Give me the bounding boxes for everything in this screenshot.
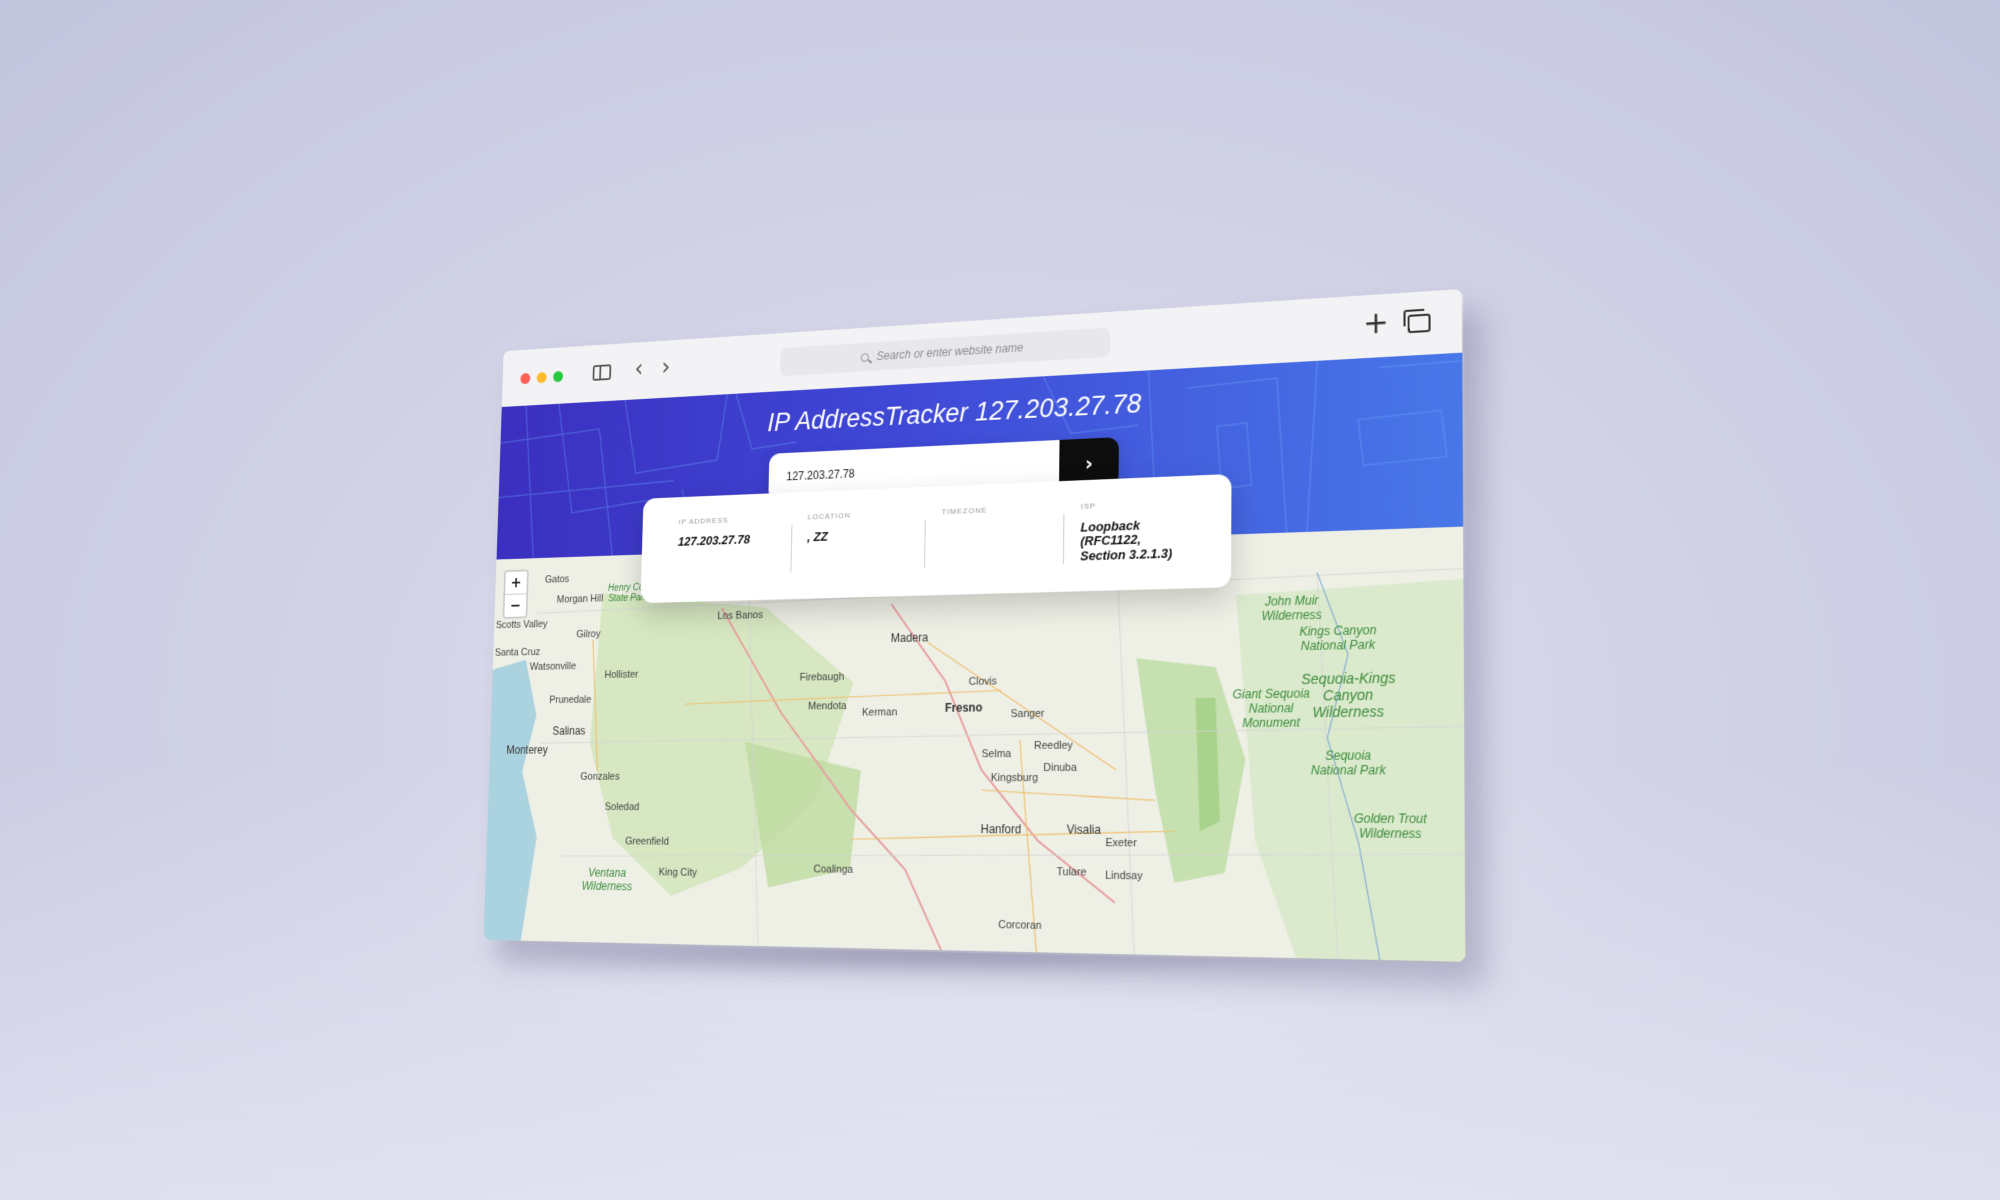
map-label: Sequoia National Park <box>1307 748 1390 778</box>
map-label: Tulare <box>1056 866 1086 879</box>
info-label: LOCATION <box>808 509 909 522</box>
map-label: Gatos <box>545 574 570 586</box>
map-label: Exeter <box>1105 837 1136 850</box>
info-ip: IP ADDRESS 127.203.27.78 <box>662 513 792 582</box>
location-value: , ZZ <box>807 527 908 544</box>
address-bar[interactable]: Search or enter website name <box>780 327 1110 376</box>
info-label: TIMEZONE <box>942 503 1047 516</box>
zoom-out-button[interactable]: − <box>504 593 526 617</box>
map-label: Visalia <box>1067 823 1101 837</box>
info-location: LOCATION , ZZ <box>790 508 925 578</box>
search-icon <box>861 353 869 362</box>
zoom-dot[interactable] <box>553 371 563 382</box>
sidebar-icon[interactable] <box>593 364 612 381</box>
map-label: Selma <box>982 748 1012 760</box>
minimize-dot[interactable] <box>537 372 547 383</box>
browser-window: ‹ › Search or enter website name + IP Ad… <box>483 289 1465 962</box>
map-label: Corcoran <box>998 919 1042 932</box>
isp-value: Loopback (RFC1122, Section 3.2.1.3) <box>1080 517 1189 564</box>
zoom-in-button[interactable]: + <box>505 571 527 594</box>
back-icon[interactable]: ‹ <box>634 357 643 381</box>
map-label: King City <box>659 867 698 879</box>
map-label: Santa Cruz <box>495 647 541 659</box>
tabs-overview-icon[interactable] <box>1408 314 1431 334</box>
map-label: Kerman <box>862 706 897 718</box>
mockup-stage: ‹ › Search or enter website name + IP Ad… <box>420 310 1460 950</box>
map-label: Monterey <box>506 743 548 756</box>
info-label: IP ADDRESS <box>678 514 775 526</box>
address-placeholder: Search or enter website name <box>876 341 1023 363</box>
map-label: Greenfield <box>625 836 669 848</box>
map-label: Gilroy <box>576 628 600 640</box>
map-label: Prunedale <box>549 694 591 706</box>
map-label: Hollister <box>604 669 638 681</box>
map-label: Gonzales <box>580 771 620 782</box>
map-label: Firebaugh <box>800 671 845 683</box>
info-isp: ISP Loopback (RFC1122, Section 3.2.1.3) <box>1063 497 1208 570</box>
close-dot[interactable] <box>520 373 530 384</box>
info-label: ISP <box>1081 498 1190 511</box>
map-label: Reedley <box>1034 740 1073 752</box>
map-label: Giant Sequoia National Monument <box>1230 686 1312 730</box>
map-label: John Muir Wilderness <box>1256 593 1327 623</box>
map-label: Kings Canyon National Park <box>1297 623 1380 654</box>
timezone-value <box>941 522 1046 526</box>
map-label: Coalinga <box>813 864 853 876</box>
map-label: Lindsay <box>1105 870 1142 883</box>
map-label: Clovis <box>969 676 997 688</box>
info-timezone: TIMEZONE <box>924 503 1064 574</box>
map-label: Los Banos <box>717 609 763 622</box>
zoom-control: + − <box>503 569 529 618</box>
plus-icon[interactable]: + <box>1363 308 1389 340</box>
map-label: Soledad <box>605 801 640 812</box>
map-label: Dinuba <box>1043 762 1077 774</box>
map-label: Sequoia-Kings Canyon Wilderness <box>1296 669 1400 720</box>
forward-icon[interactable]: › <box>661 355 670 379</box>
map-label: Salinas <box>552 724 585 737</box>
map-label: Ventana Wilderness <box>577 866 637 894</box>
map-label: Scotts Valley <box>496 619 548 631</box>
map-label: Madera <box>891 631 929 645</box>
map-label: Kingsburg <box>991 772 1038 784</box>
map-label: Fresno <box>945 701 983 715</box>
map-label: Morgan Hill <box>557 593 604 605</box>
chevron-right-icon: › <box>1085 451 1093 475</box>
map-label: Mendota <box>808 700 847 712</box>
ip-address-value: 127.203.27.78 <box>678 532 776 549</box>
map-label: Golden Trout Wilderness <box>1348 811 1432 841</box>
map-label: Watsonville <box>530 661 577 673</box>
map-label: Sanger <box>1011 708 1045 720</box>
map-label: Hanford <box>981 822 1022 836</box>
